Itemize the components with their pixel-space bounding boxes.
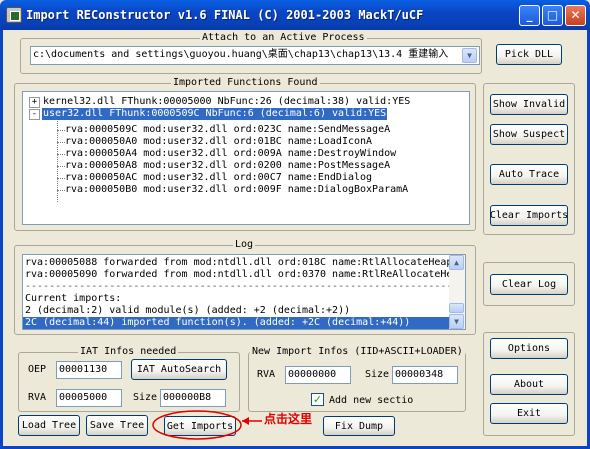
expand-icon[interactable]: + xyxy=(29,97,40,108)
app-icon xyxy=(6,7,22,23)
close-button[interactable]: ✕ xyxy=(565,5,586,26)
pick-dll-button[interactable]: Pick DLL xyxy=(496,44,562,65)
collapse-icon[interactable]: - xyxy=(29,109,40,120)
tree-connector xyxy=(57,142,65,143)
new-rva-label: RVA xyxy=(257,369,276,380)
log-line-selected: 2C (decimal:44) imported function(s). (a… xyxy=(23,317,451,329)
tree-connector xyxy=(57,178,65,179)
tree-module-kernel32[interactable]: kernel32.dll FThunk:00005000 NbFunc:26 (… xyxy=(43,96,410,108)
oep-input[interactable]: 00001130 xyxy=(56,361,122,379)
about-button[interactable]: About xyxy=(490,374,568,395)
options-button[interactable]: Options xyxy=(490,338,568,359)
tree-connector xyxy=(57,190,65,191)
tree-connector xyxy=(57,166,65,167)
clear-log-button[interactable]: Clear Log xyxy=(490,274,568,295)
exit-button[interactable]: Exit xyxy=(490,403,568,424)
annotation-text: 点击这里 xyxy=(264,412,313,426)
scroll-up-icon[interactable]: ▲ xyxy=(449,255,464,270)
new-size-label: Size xyxy=(365,369,390,380)
new-rva-input[interactable]: 00000000 xyxy=(285,366,351,384)
imports-tree[interactable]: + kernel32.dll FThunk:00005000 NbFunc:26… xyxy=(22,91,470,225)
tree-function[interactable]: rva:000050A8 mod:user32.dll ord:0200 nam… xyxy=(65,160,390,172)
dropdown-arrow-icon[interactable]: ▼ xyxy=(462,48,477,63)
scroll-thumb[interactable] xyxy=(449,303,464,313)
tree-connector xyxy=(57,130,65,131)
tree-function[interactable]: rva:000050B0 mod:user32.dll ord:009F nam… xyxy=(65,184,408,196)
show-invalid-button[interactable]: Show Invalid xyxy=(490,94,568,115)
log-separator: ----------------------------------------… xyxy=(25,281,459,292)
log-line: rva:00005090 forwarded from mod:ntdll.dl… xyxy=(25,269,465,280)
tree-function[interactable]: rva:000050A4 mod:user32.dll ord:009A nam… xyxy=(65,148,396,160)
clear-imports-button[interactable]: Clear Imports xyxy=(490,205,568,226)
oep-label: OEP xyxy=(28,364,47,375)
scroll-down-icon[interactable]: ▼ xyxy=(449,314,464,329)
load-tree-button[interactable]: Load Tree xyxy=(18,415,80,436)
fix-dump-button[interactable]: Fix Dump xyxy=(323,416,395,436)
auto-trace-button[interactable]: Auto Trace xyxy=(490,164,568,185)
tree-function[interactable]: rva:000050A0 mod:user32.dll ord:01BC nam… xyxy=(65,136,372,148)
rva-label: RVA xyxy=(28,392,47,403)
process-path: c:\documents and settings\guoyou.huang\桌… xyxy=(33,49,449,60)
iat-infos-legend: IAT Infos needed xyxy=(78,346,179,358)
imported-functions-legend: Imported Functions Found xyxy=(171,77,320,89)
show-suspect-button[interactable]: Show Suspect xyxy=(490,124,568,145)
tree-module-user32[interactable]: user32.dll FThunk:0000509C NbFunc:6 (dec… xyxy=(42,108,388,120)
save-tree-button[interactable]: Save Tree xyxy=(86,415,148,436)
tree-function[interactable]: rva:0000509C mod:user32.dll ord:023C nam… xyxy=(65,124,390,136)
log-listbox[interactable]: rva:00005088 forwarded from mod:ntdll.dl… xyxy=(22,254,466,330)
add-section-label[interactable]: Add new sectio xyxy=(329,395,413,406)
log-legend: Log xyxy=(233,239,256,251)
log-line: rva:00005088 forwarded from mod:ntdll.dl… xyxy=(25,257,453,268)
new-size-input[interactable]: 00000348 xyxy=(392,366,458,384)
arrow-head-icon xyxy=(242,417,249,425)
tree-function[interactable]: rva:000050AC mod:user32.dll ord:00C7 nam… xyxy=(65,172,372,184)
iat-autosearch-button[interactable]: IAT AutoSearch xyxy=(131,359,227,380)
annotation-ellipse xyxy=(152,410,242,440)
iat-rva-input[interactable]: 00005000 xyxy=(56,389,122,407)
maximize-button[interactable]: □ xyxy=(542,5,563,26)
new-import-legend: New Import Infos (IID+ASCII+LOADER) xyxy=(250,346,465,358)
log-line: Current imports: xyxy=(25,293,122,304)
tree-connector xyxy=(57,154,65,155)
size-label: Size xyxy=(133,392,158,403)
minimize-button[interactable]: _ xyxy=(519,5,540,26)
log-line: 2 (decimal:2) valid module(s) (added: +2… xyxy=(25,305,351,316)
title-bar[interactable]: Import REConstructor v1.6 FINAL (C) 2001… xyxy=(0,0,590,30)
attach-legend: Attach to an Active Process xyxy=(200,32,367,44)
process-combobox[interactable]: c:\documents and settings\guoyou.huang\桌… xyxy=(30,46,480,65)
window-title: Import REConstructor v1.6 FINAL (C) 2001… xyxy=(26,8,424,22)
